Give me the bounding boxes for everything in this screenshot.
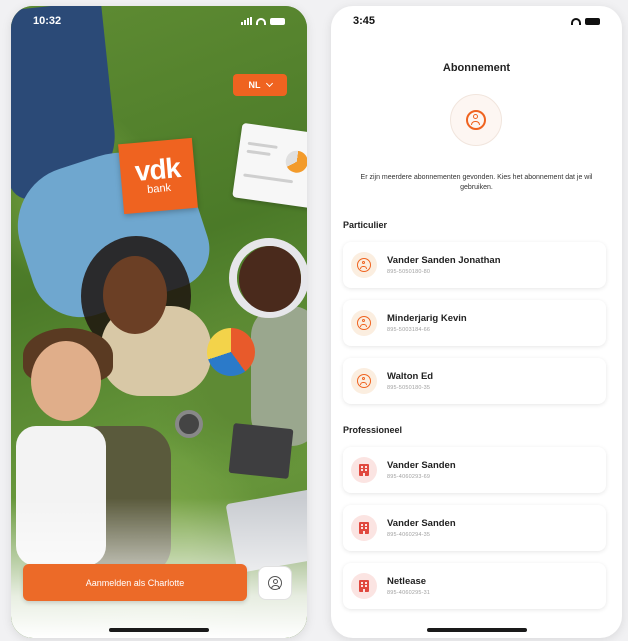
building-icon-badge <box>351 573 377 599</box>
subscription-number: 895-5003184-66 <box>387 327 431 333</box>
person-icon <box>268 576 282 590</box>
building-icon-badge <box>351 457 377 483</box>
status-bar: 3:45 <box>331 6 622 36</box>
building-icon <box>359 464 369 476</box>
subscription-card[interactable]: Vander Sanden 895-4060293-69 <box>343 447 606 493</box>
photo-face-center <box>103 256 167 334</box>
photo-book <box>228 423 294 479</box>
status-icons <box>571 17 600 25</box>
building-icon-badge <box>351 515 377 541</box>
subscription-name: Vander Sanden Jonathan <box>387 255 501 266</box>
photo-cup <box>175 410 203 438</box>
person-icon <box>357 258 371 272</box>
subscription-card[interactable]: Minderjarig Kevin 895-5003184-66 <box>343 300 606 346</box>
person-icon-badge <box>351 252 377 278</box>
person-icon-badge <box>351 310 377 336</box>
subscription-number: 895-4060293-69 <box>387 474 431 480</box>
photo-face-right <box>239 246 301 312</box>
subscription-card[interactable]: Vander Sanden 895-4060294-35 <box>343 505 606 551</box>
battery-icon <box>585 17 600 25</box>
subscription-number: 895-5050180-80 <box>387 269 431 275</box>
photo-face-left <box>31 341 101 421</box>
photo-papers <box>232 122 307 209</box>
chevron-down-icon <box>265 79 273 88</box>
subscription-number: 895-5050180-35 <box>387 385 431 391</box>
wifi-icon <box>571 17 581 25</box>
language-button[interactable]: NL <box>233 74 287 96</box>
subscription-card[interactable]: Netlease 895-4060295-31 <box>343 563 606 609</box>
subscription-screen: 3:45 Abonnement Er zijn meerdere abonnem… <box>331 6 622 638</box>
section-label-professioneel: Professioneel <box>343 425 403 435</box>
home-indicator <box>426 628 527 632</box>
subscription-name: Minderjarig Kevin <box>387 313 467 324</box>
switch-profile-button[interactable] <box>258 566 292 600</box>
battery-icon <box>270 17 285 25</box>
vdk-bank-logo: vdk bank <box>118 137 198 215</box>
building-icon <box>359 580 369 592</box>
person-icon <box>357 316 371 330</box>
signal-icon <box>241 17 252 25</box>
subscription-name: Vander Sanden <box>387 460 456 471</box>
wifi-icon <box>256 17 266 25</box>
login-button[interactable]: Aanmelden als Charlotte <box>23 564 247 601</box>
status-bar: 10:32 <box>11 6 307 36</box>
subscription-number: 895-4060294-35 <box>387 532 431 538</box>
language-label: NL <box>248 80 261 90</box>
subscription-name: Walton Ed <box>387 371 434 382</box>
logo-sub-text: bank <box>146 181 172 196</box>
person-icon-badge <box>351 368 377 394</box>
subscription-number: 895-4060295-31 <box>387 590 431 596</box>
status-time: 3:45 <box>353 15 376 27</box>
status-time: 10:32 <box>33 15 62 27</box>
paper-line <box>246 149 271 156</box>
login-button-label: Aanmelden als Charlotte <box>85 577 185 588</box>
home-indicator <box>109 628 209 632</box>
subscription-hero <box>450 94 502 146</box>
subscription-card[interactable]: Walton Ed 895-5050180-35 <box>343 358 606 404</box>
section-label-particulier: Particulier <box>343 220 388 230</box>
building-icon <box>359 522 369 534</box>
paper-line <box>243 173 294 184</box>
person-icon <box>357 374 371 388</box>
intro-text: Er zijn meerdere abonnementen gevonden. … <box>360 174 593 191</box>
subscription-name: Vander Sanden <box>387 518 456 529</box>
paper-line <box>247 141 278 149</box>
welcome-screen: 10:32 NL vdk bank Aanmelden als Charlott… <box>11 6 307 638</box>
paper-donut-chart <box>284 149 307 175</box>
subscription-card[interactable]: Vander Sanden Jonathan 895-5050180-80 <box>343 242 606 288</box>
page-title: Abonnement <box>442 62 511 74</box>
app-store-preview: 10:32 NL vdk bank Aanmelden als Charlott… <box>0 0 628 641</box>
photo-ball <box>207 328 255 376</box>
logo-main-text: vdk <box>133 152 182 187</box>
status-icons <box>241 17 285 25</box>
subscription-name: Netlease <box>387 576 427 587</box>
person-icon <box>466 110 486 130</box>
